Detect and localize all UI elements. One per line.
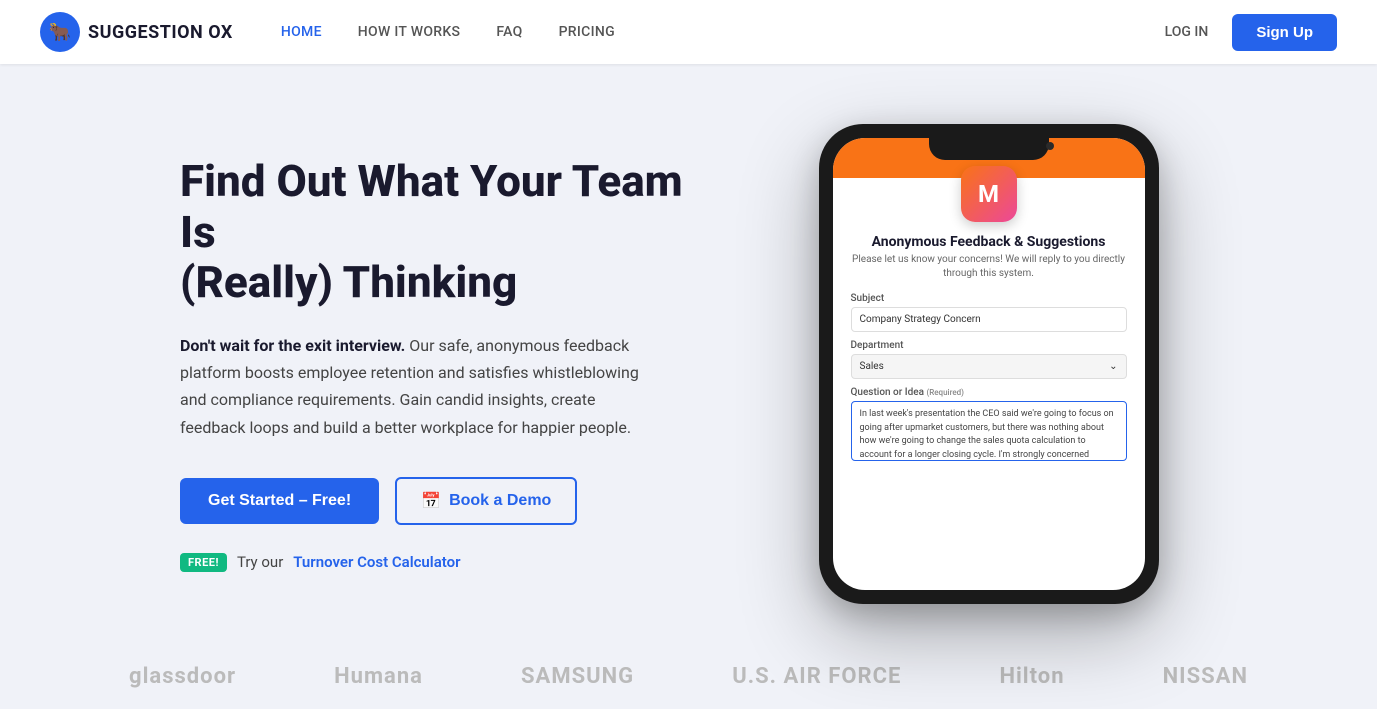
department-label: Department bbox=[851, 340, 1127, 351]
calendar-icon: 📅 bbox=[421, 491, 441, 511]
free-badge: FREE! bbox=[180, 553, 227, 572]
get-started-button[interactable]: Get Started – Free! bbox=[180, 478, 379, 524]
brand-hilton: Hilton bbox=[999, 664, 1064, 689]
question-textarea: In last week's presentation the CEO said… bbox=[851, 401, 1127, 461]
subject-label: Subject bbox=[851, 293, 1127, 304]
signup-button[interactable]: Sign Up bbox=[1232, 14, 1337, 51]
nav-login[interactable]: LOG IN bbox=[1165, 24, 1209, 40]
brand-humana: Humana bbox=[334, 664, 423, 689]
chevron-icon: ⌄ bbox=[1109, 361, 1117, 372]
question-label: Question or Idea (Required) bbox=[851, 387, 1127, 398]
brand-nissan: NISSAN bbox=[1163, 664, 1248, 689]
phone-app-icon: M bbox=[961, 166, 1017, 222]
turnover-calculator-link[interactable]: Turnover Cost Calculator bbox=[293, 553, 460, 571]
phone-form-title: Anonymous Feedback & Suggestions bbox=[851, 234, 1127, 250]
hero-title: Find Out What Your Team Is (Really) Thin… bbox=[180, 156, 700, 308]
phone-screen: M Anonymous Feedback & Suggestions Pleas… bbox=[833, 138, 1145, 590]
nav-pricing[interactable]: PRICING bbox=[559, 24, 615, 40]
nav-right: LOG IN Sign Up bbox=[1165, 14, 1337, 51]
phone-camera bbox=[1046, 142, 1054, 150]
hero-section: Find Out What Your Team Is (Really) Thin… bbox=[0, 64, 1377, 644]
hero-description: Don't wait for the exit interview. Our s… bbox=[180, 332, 640, 441]
nav-how-it-works[interactable]: HOW IT WORKS bbox=[358, 24, 461, 40]
phone-content: M Anonymous Feedback & Suggestions Pleas… bbox=[833, 178, 1145, 473]
phone-form-subtitle: Please let us know your concerns! We wil… bbox=[851, 253, 1127, 281]
phone-notch bbox=[929, 138, 1049, 160]
department-select[interactable]: Sales ⌄ bbox=[851, 354, 1127, 379]
brand-air-force: U.S. AIR FORCE bbox=[732, 664, 901, 689]
logo-icon: 🐂 bbox=[40, 12, 80, 52]
hero-buttons: Get Started – Free! 📅 Book a Demo bbox=[180, 477, 700, 525]
subject-input: Company Strategy Concern bbox=[851, 307, 1127, 332]
brand-samsung: SAMSUNG bbox=[521, 664, 634, 689]
navbar: 🐂 SUGGESTION OX HOME HOW IT WORKS FAQ PR… bbox=[0, 0, 1377, 64]
phone-outer: M Anonymous Feedback & Suggestions Pleas… bbox=[819, 124, 1159, 604]
hero-free-section: FREE! Try our Turnover Cost Calculator bbox=[180, 553, 700, 572]
brand-glassdoor: glassdoor bbox=[129, 664, 236, 689]
book-demo-button[interactable]: 📅 Book a Demo bbox=[395, 477, 577, 525]
hero-content: Find Out What Your Team Is (Really) Thin… bbox=[180, 156, 700, 572]
phone-mockup: M Anonymous Feedback & Suggestions Pleas… bbox=[700, 124, 1277, 604]
logo-text: SUGGESTION OX bbox=[88, 22, 233, 43]
nav-links: HOME HOW IT WORKS FAQ PRICING bbox=[281, 24, 1165, 40]
nav-faq[interactable]: FAQ bbox=[496, 24, 522, 40]
brands-section: glassdoor Humana SAMSUNG U.S. AIR FORCE … bbox=[0, 644, 1377, 709]
svg-text:🐂: 🐂 bbox=[49, 22, 71, 42]
logo[interactable]: 🐂 SUGGESTION OX bbox=[40, 12, 233, 52]
nav-home[interactable]: HOME bbox=[281, 24, 322, 40]
